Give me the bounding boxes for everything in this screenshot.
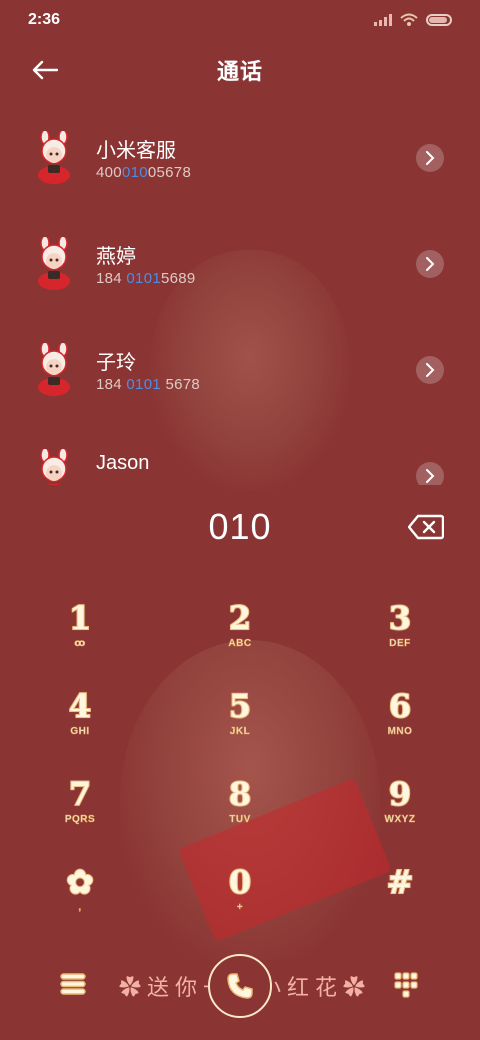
contact-row[interactable]: 小米客服 40001005678	[0, 105, 480, 211]
key-9[interactable]: 9 WXYZ	[340, 775, 460, 854]
backspace-button[interactable]	[407, 514, 445, 540]
key-digit: 5	[228, 687, 252, 725]
number-prefix: 400	[96, 164, 122, 181]
star-flower-icon: ✿	[66, 863, 95, 901]
number-prefix: 184	[96, 270, 127, 287]
key-digit: 1	[68, 599, 92, 637]
key-digit: 6	[388, 687, 412, 725]
key-digit: 7	[68, 775, 92, 813]
key-8[interactable]: 8 TUV	[180, 775, 300, 854]
key-4[interactable]: 4 GHI	[20, 687, 140, 766]
key-letters: TUV	[229, 814, 251, 826]
signal-icon	[374, 14, 392, 26]
backspace-icon	[407, 514, 445, 540]
key-letters: WXYZ	[384, 814, 416, 826]
menu-icon	[60, 973, 86, 995]
number-match: 0101	[126, 376, 161, 393]
key-digit: 8	[228, 775, 252, 813]
key-digit: 3	[388, 599, 412, 637]
back-button[interactable]	[28, 54, 62, 86]
dial-display: 010	[0, 490, 480, 566]
dialpad-toggle-button[interactable]	[394, 972, 418, 998]
contact-row[interactable]: Jason	[0, 423, 480, 485]
key-letters: JKL	[229, 726, 251, 738]
contact-row[interactable]: 子玲 184 0101 5678	[0, 317, 480, 423]
page-title: 通话	[216, 59, 263, 84]
key-digit: 2	[228, 599, 252, 637]
contact-detail-button[interactable]	[416, 250, 444, 278]
battery-icon	[426, 14, 452, 26]
contact-number: 40001005678	[96, 164, 191, 181]
key-digit: 0	[228, 863, 252, 901]
chevron-right-icon	[426, 363, 435, 377]
key-1[interactable]: 1 ꝏ	[20, 599, 140, 678]
battery-level	[429, 17, 447, 23]
wifi-icon	[400, 13, 418, 26]
contact-detail-button[interactable]	[416, 144, 444, 172]
key-digit: #	[386, 863, 415, 901]
contact-row[interactable]: 燕婷 184 01015689	[0, 211, 480, 317]
key-letters: +	[236, 902, 244, 914]
bottom-action-bar: ✿送你一朵小红花✿	[0, 950, 480, 1020]
avatar	[38, 237, 70, 290]
key-letters: GHI	[70, 726, 90, 738]
key-letters: ,	[78, 902, 82, 914]
number-prefix: 184	[96, 376, 127, 393]
number-suffix: 5689	[160, 270, 196, 287]
key-letters: PQRS	[64, 814, 96, 826]
contact-number: 184 0101 5678	[96, 376, 200, 393]
key-2[interactable]: 2 ABC	[180, 599, 300, 678]
number-suffix: 5678	[160, 376, 201, 393]
number-match: 010	[121, 164, 148, 181]
key-letters: MNO	[387, 726, 413, 738]
contact-number: 184 01015689	[96, 270, 196, 287]
key-7[interactable]: 7 PQRS	[20, 775, 140, 854]
chevron-right-icon	[426, 469, 435, 483]
contact-name: 小米客服	[96, 140, 176, 162]
header: 通话	[0, 40, 480, 100]
key-3[interactable]: 3 DEF	[340, 599, 460, 678]
number-match: 0101	[126, 270, 161, 287]
status-icons	[374, 13, 452, 27]
chevron-right-icon	[426, 151, 435, 165]
key-letters: ABC	[228, 638, 252, 650]
avatar	[38, 131, 70, 184]
back-arrow-icon	[32, 60, 58, 80]
contact-name: Jason	[96, 452, 150, 474]
key-star[interactable]: ✿ ,	[20, 863, 140, 942]
chevron-right-icon	[426, 257, 435, 271]
key-letters: DEF	[389, 638, 411, 650]
key-hash[interactable]: #	[340, 863, 460, 942]
number-suffix: 05678	[147, 164, 192, 181]
grid-icon	[394, 972, 418, 998]
contact-name: 燕婷	[96, 246, 136, 268]
avatar	[40, 449, 68, 485]
key-0[interactable]: 0 +	[180, 863, 300, 942]
contact-detail-button[interactable]	[416, 462, 444, 485]
key-6[interactable]: 6 MNO	[340, 687, 460, 766]
phone-icon	[227, 973, 253, 999]
voicemail-icon: ꝏ	[74, 638, 86, 650]
menu-button[interactable]	[60, 972, 86, 996]
contact-list: 小米客服 40001005678 燕婷 184 01015689 子玲 184 …	[0, 105, 480, 485]
status-bar: 2:36	[0, 0, 480, 40]
contact-name: 子玲	[96, 352, 136, 374]
avatar	[38, 343, 70, 396]
key-5[interactable]: 5 JKL	[180, 687, 300, 766]
call-button[interactable]	[208, 954, 272, 1018]
contact-detail-button[interactable]	[416, 356, 444, 384]
key-digit: 4	[68, 687, 92, 725]
status-time: 2:36	[28, 11, 61, 28]
key-digit: 9	[388, 775, 412, 813]
